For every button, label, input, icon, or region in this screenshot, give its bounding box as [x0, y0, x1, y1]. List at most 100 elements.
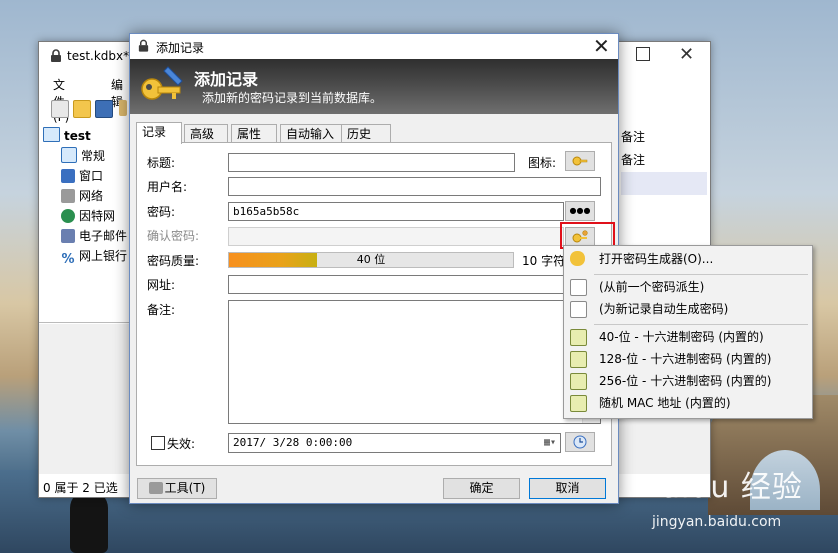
- save-icon[interactable]: [95, 100, 113, 118]
- clock-icon: [573, 435, 587, 449]
- tree-item-label: 网络: [79, 189, 104, 203]
- calendar-dropdown-icon[interactable]: ▦▾: [544, 436, 556, 449]
- profile-icon: [570, 351, 587, 368]
- key-pen-icon: [141, 66, 183, 100]
- show-password-button[interactable]: ●●●: [565, 201, 595, 221]
- main-close-button[interactable]: ✕: [679, 44, 694, 65]
- menu-item-label: 256-位 - 十六进制密码 (内置的): [599, 374, 772, 388]
- expiry-date-value: 2017/ 3/28 0:00:00: [233, 436, 353, 449]
- add-entry-dialog: 添加记录 ✕ 添加记录 添加新的密码记录到当前数据库。 记录 高级 属性 自动输…: [129, 33, 619, 504]
- entry-notes-cell[interactable]: 备注: [621, 126, 707, 149]
- quality-bar: 40 位: [228, 252, 514, 268]
- tools-button[interactable]: 工具(T): [137, 478, 217, 499]
- percent-icon: %: [61, 252, 75, 267]
- quality-bits-text: 40 位: [356, 253, 386, 266]
- menu-item-label: 40-位 - 十六进制密码 (内置的): [599, 330, 764, 344]
- entry-notes-cell[interactable]: 备注: [621, 149, 707, 172]
- tree-item-label: 窗口: [79, 169, 104, 183]
- key-icon: [572, 156, 588, 166]
- menu-derive-previous[interactable]: (从前一个密码派生): [564, 276, 812, 298]
- menu-random-mac[interactable]: 随机 MAC 地址 (内置的): [564, 392, 812, 414]
- title-label: 标题:: [147, 156, 176, 170]
- menu-hex-128[interactable]: 128-位 - 十六进制密码 (内置的): [564, 348, 812, 370]
- tab-properties[interactable]: 属性: [231, 124, 277, 143]
- banner-title: 添加记录: [194, 70, 259, 89]
- network-icon: [61, 189, 75, 203]
- password-label: 密码:: [147, 205, 176, 219]
- notes-field[interactable]: [228, 300, 601, 424]
- tree-item-general[interactable]: 常规: [61, 147, 105, 165]
- entry-tab-panel: 标题: 图标: 用户名: 密码: b165a5b58c ●●● 确认密码: 密码: [136, 142, 612, 466]
- tree-root-test[interactable]: test: [43, 127, 91, 143]
- new-database-icon[interactable]: [51, 100, 69, 118]
- confirm-password-label: 确认密码:: [147, 229, 200, 243]
- dialog-banner: 添加记录 添加新的密码记录到当前数据库。: [130, 59, 618, 114]
- tree-item-email[interactable]: 电子邮件: [61, 227, 127, 245]
- url-field[interactable]: [228, 275, 601, 294]
- lock-icon: [138, 39, 149, 52]
- dialog-title: 添加记录: [156, 41, 205, 55]
- group-tree: test 常规 窗口 网络 因特网 电子邮件 % 网上银行: [39, 123, 134, 323]
- expiry-presets-button[interactable]: [565, 432, 595, 452]
- lock-icon: [51, 49, 61, 62]
- menu-hex-256[interactable]: 256-位 - 十六进制密码 (内置的): [564, 370, 812, 392]
- entry-list: 备注 备注: [621, 126, 707, 195]
- password-length-text: 10 字符: [522, 254, 566, 268]
- menu-item-label: 随机 MAC 地址 (内置的): [599, 396, 731, 410]
- tree-item-banking[interactable]: % 网上银行: [61, 247, 127, 267]
- tree-item-windows[interactable]: 窗口: [61, 167, 103, 185]
- confirm-password-field[interactable]: [228, 227, 564, 246]
- key-generator-icon: [570, 251, 585, 266]
- auto-generate-icon: [570, 301, 587, 318]
- quality-label: 密码质量:: [147, 254, 200, 268]
- tree-item-internet[interactable]: 因特网: [61, 207, 115, 225]
- ok-button[interactable]: 确定: [443, 478, 520, 499]
- dialog-close-button[interactable]: ✕: [593, 34, 610, 58]
- profile-icon: [570, 373, 587, 390]
- main-window-title: test.kdbx*: [67, 49, 130, 63]
- tree-item-label: 因特网: [79, 209, 116, 223]
- username-field[interactable]: [228, 177, 601, 196]
- tools-icon: [148, 482, 163, 494]
- watermark-url: jingyan.baidu.com: [652, 514, 782, 530]
- window-icon: [61, 169, 75, 183]
- cancel-button[interactable]: 取消: [529, 478, 606, 499]
- menu-item-label: 打开密码生成器(O)...: [599, 252, 714, 266]
- open-folder-icon[interactable]: [73, 100, 91, 118]
- tree-item-network[interactable]: 网络: [61, 187, 103, 205]
- menu-open-generator[interactable]: 打开密码生成器(O)...: [564, 248, 812, 270]
- folder-icon: [61, 147, 77, 163]
- tree-item-label: 电子邮件: [79, 229, 128, 243]
- icon-label: 图标:: [528, 156, 557, 170]
- email-icon: [61, 229, 75, 243]
- expiry-date-field[interactable]: 2017/ 3/28 0:00:00 ▦▾: [228, 433, 561, 453]
- tree-item-label: 常规: [81, 149, 106, 163]
- tab-history[interactable]: 历史: [341, 124, 391, 143]
- tab-entry[interactable]: 记录: [136, 122, 182, 144]
- profile-icon: [570, 395, 587, 412]
- menu-item-label: (为新记录自动生成密码): [599, 302, 729, 316]
- banner-subtitle: 添加新的密码记录到当前数据库。: [202, 91, 383, 105]
- notes-label: 备注:: [147, 303, 176, 317]
- menu-separator: [594, 274, 808, 275]
- menu-item-label: 128-位 - 十六进制密码 (内置的): [599, 352, 772, 366]
- password-generator-menu: 打开密码生成器(O)... (从前一个密码派生) (为新记录自动生成密码) 40…: [563, 245, 813, 419]
- password-field[interactable]: b165a5b58c: [228, 202, 564, 221]
- title-field[interactable]: [228, 153, 515, 172]
- tools-button-label: 工具(T): [164, 481, 206, 495]
- expires-label: 失效:: [167, 437, 196, 451]
- watermark-logo: Baidu 经验: [640, 470, 803, 505]
- folder-icon: [43, 127, 60, 142]
- tab-autotype[interactable]: 自动输入: [280, 124, 342, 143]
- tab-advanced[interactable]: 高级: [184, 124, 228, 143]
- menu-auto-generate[interactable]: (为新记录自动生成密码): [564, 298, 812, 320]
- maximize-button[interactable]: [636, 47, 650, 61]
- runner-silhouette: [70, 490, 108, 553]
- add-entry-icon[interactable]: [119, 100, 127, 116]
- icon-picker-button[interactable]: [565, 151, 595, 171]
- derive-icon: [570, 279, 587, 296]
- menu-hex-40[interactable]: 40-位 - 十六进制密码 (内置的): [564, 326, 812, 348]
- entry-selected-row[interactable]: [621, 172, 707, 195]
- expires-checkbox[interactable]: [151, 436, 165, 450]
- menu-item-label: (从前一个密码派生): [599, 280, 705, 294]
